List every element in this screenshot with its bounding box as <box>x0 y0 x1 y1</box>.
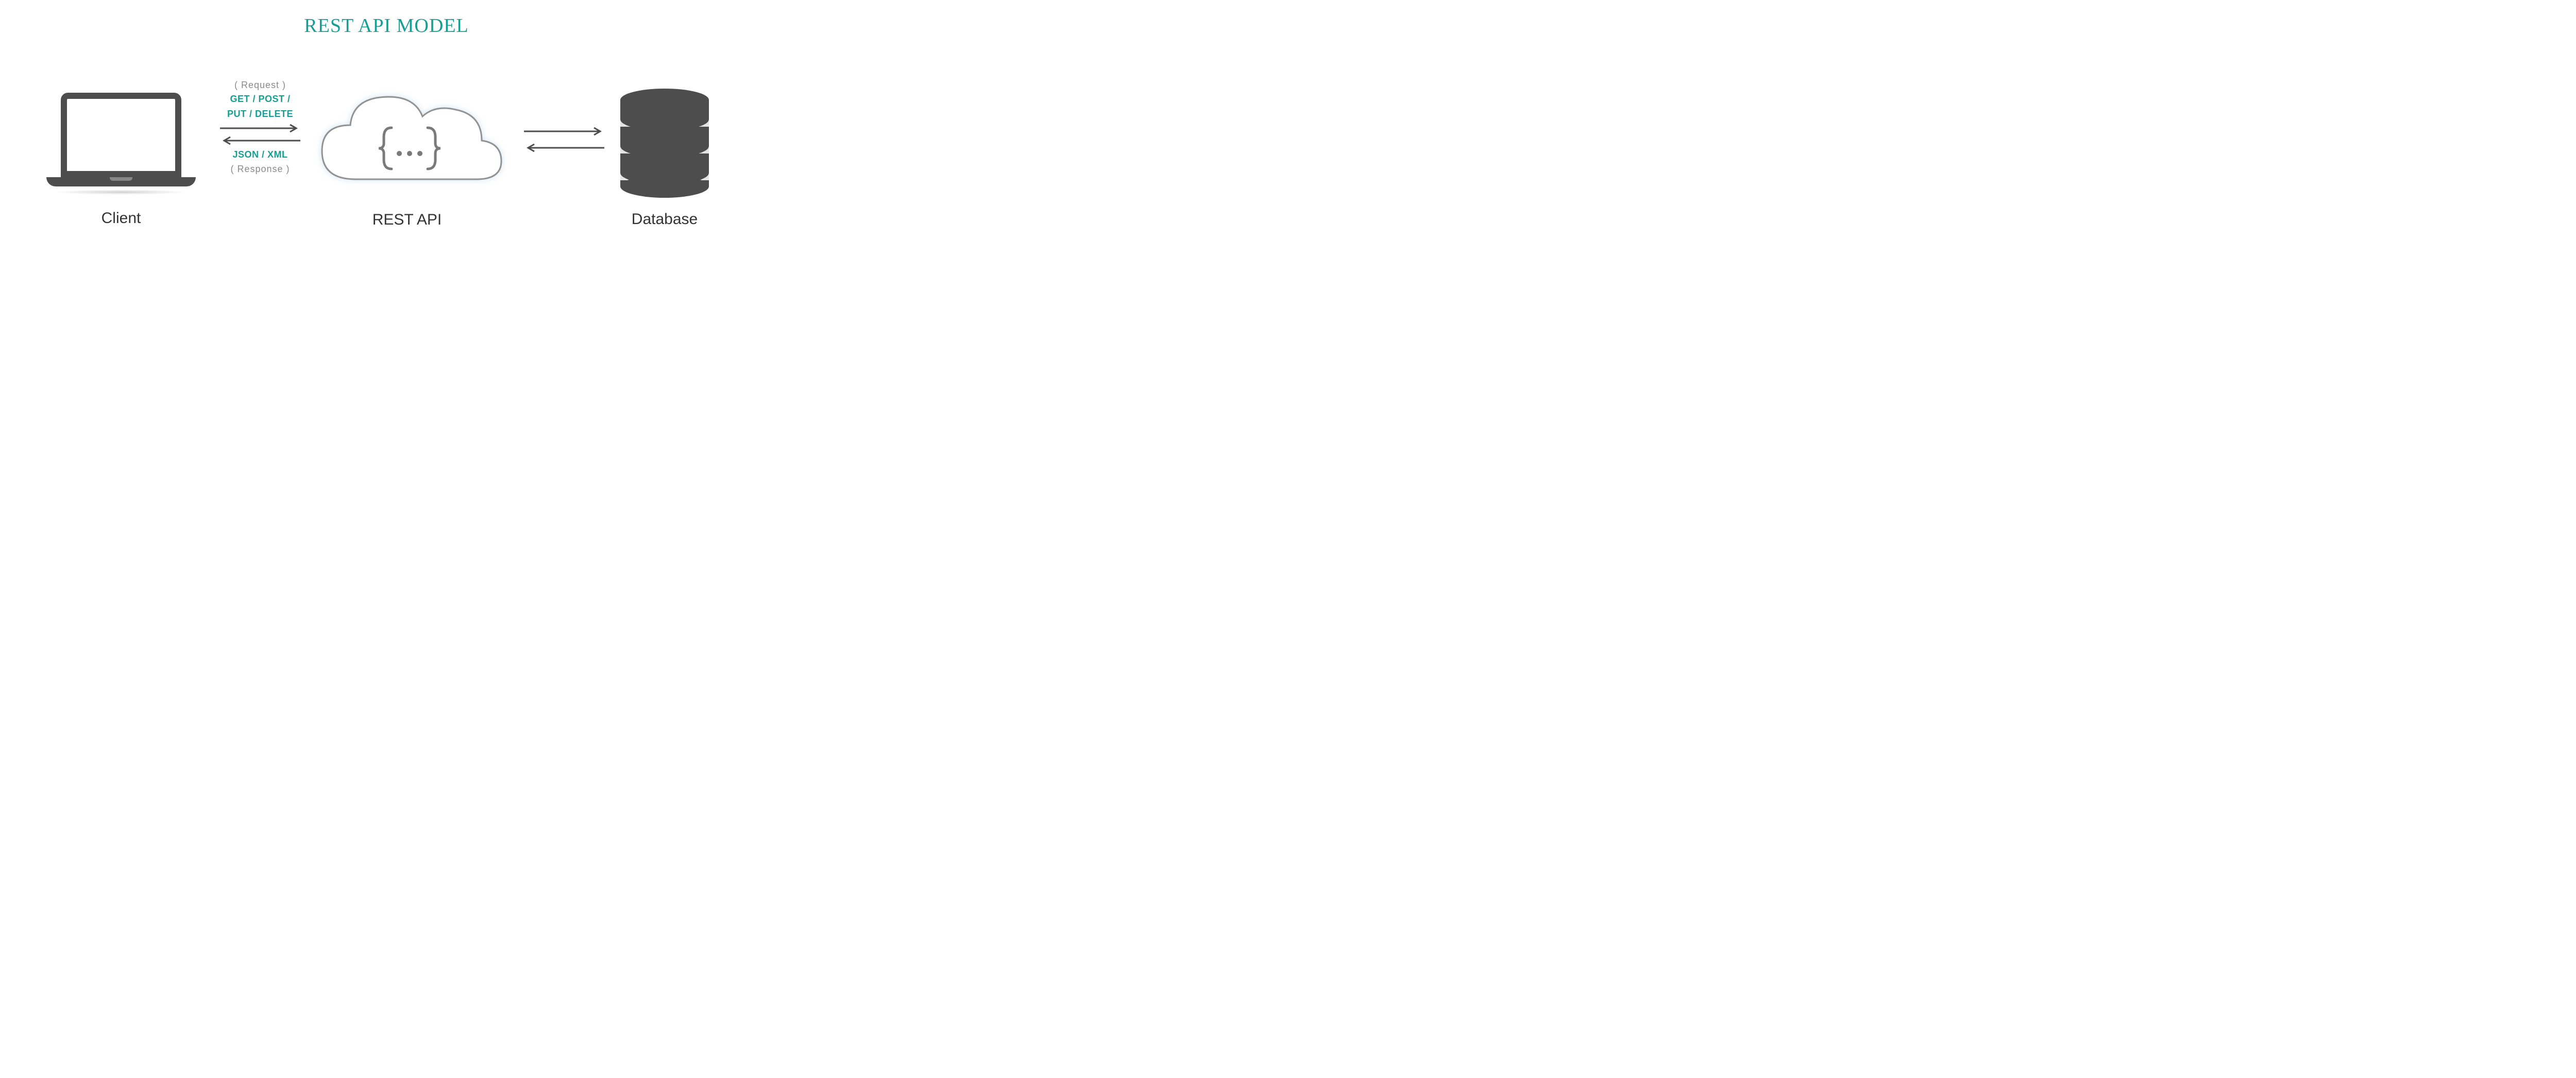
database-label: Database <box>618 211 711 228</box>
laptop-icon <box>46 93 196 198</box>
client-node: Client <box>46 93 196 227</box>
api-node: REST API <box>307 81 507 229</box>
arrow-left-icon <box>219 136 301 145</box>
cloud-icon <box>307 81 507 200</box>
response-label: ( Response ) <box>216 164 304 175</box>
diagram-title: REST API MODEL <box>0 14 773 37</box>
database-node: Database <box>618 88 711 228</box>
client-api-flow: ( Request ) GET / POST / PUT / DELETE JS… <box>216 80 304 175</box>
payload-format: JSON / XML <box>216 148 304 161</box>
arrow-right-icon <box>219 124 301 133</box>
database-icon <box>618 88 711 198</box>
arrow-left-icon <box>523 143 605 152</box>
arrow-right-icon <box>523 127 605 136</box>
api-label: REST API <box>307 211 507 229</box>
request-label: ( Request ) <box>216 80 304 91</box>
http-methods-line1: GET / POST / <box>216 93 304 106</box>
client-label: Client <box>46 210 196 227</box>
http-methods-line2: PUT / DELETE <box>216 108 304 121</box>
api-db-flow <box>523 124 605 156</box>
